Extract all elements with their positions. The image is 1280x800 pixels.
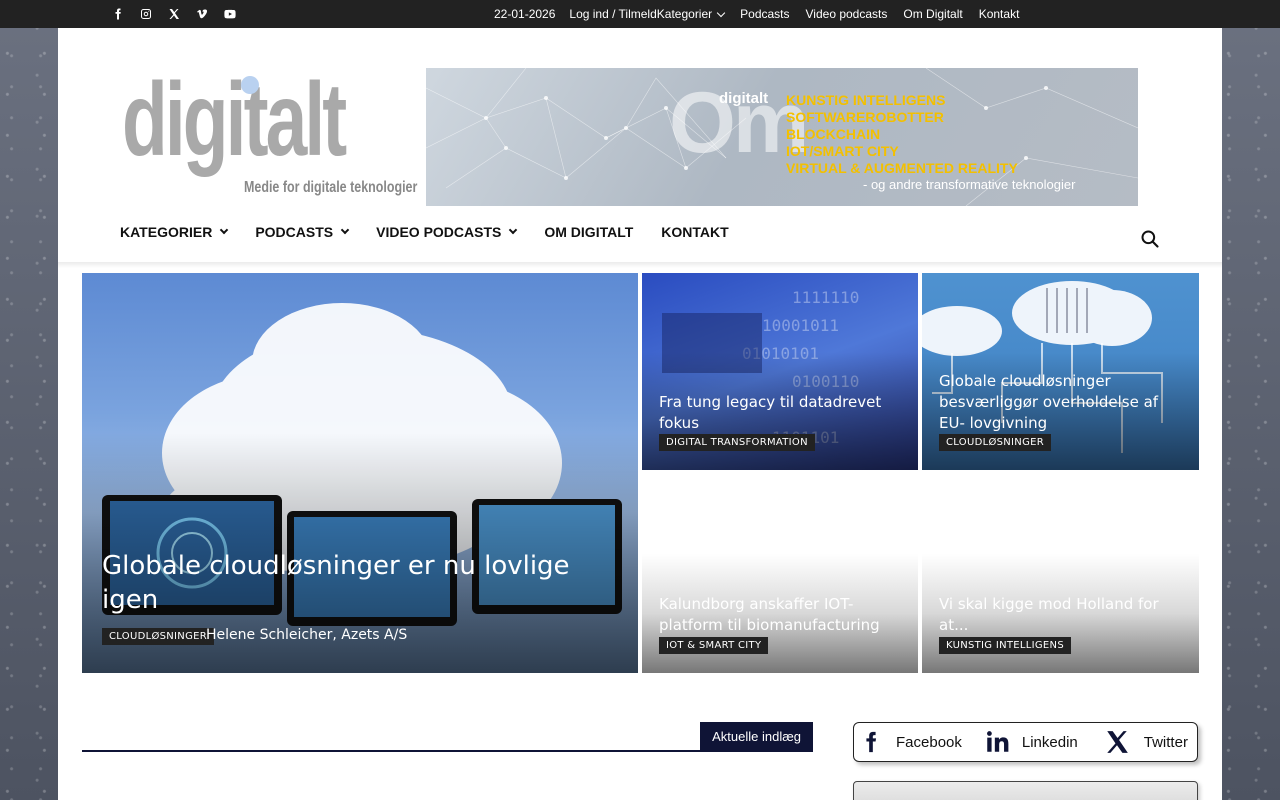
article-author[interactable]: Helene Schleicher, Azets A/S [206,627,407,643]
tile-title[interactable]: Kalundborg anskaffer IOT-platform til bi… [659,594,904,636]
top-bar: 22-01-2026 Log ind / TilmeldKategorier P… [0,0,1280,28]
banner-topic: KUNSTIG INTELLIGENS [786,92,946,108]
search-icon[interactable] [1140,229,1160,249]
hero-tile-3[interactable]: Kalundborg anskaffer IOT-platform til bi… [642,474,918,673]
logo-tagline: Medie for digitale teknologier [244,179,418,196]
category-badge[interactable]: CLOUDLØSNINGER [939,434,1052,451]
hero-main-article[interactable]: Globale cloudløsninger er nu lovlige ige… [82,273,638,673]
category-badge[interactable]: DIGITAL TRANSFORMATION [659,434,815,451]
social-share-bar: Facebook Linkedin Twitter [853,722,1198,762]
logo-dot [241,76,259,94]
login-link[interactable]: Log ind / TilmeldKategorier [569,7,726,21]
share-facebook[interactable]: Facebook [860,729,962,755]
nav-podcasts[interactable]: PODCASTS [255,224,350,240]
top-link-om-digitalt[interactable]: Om Digitalt [903,7,962,21]
top-social-links [111,0,237,28]
nav-kontakt[interactable]: KONTAKT [661,224,728,240]
tile-title[interactable]: Fra tung legacy til datadrevet fokus [659,392,904,434]
top-link-kategorier[interactable]: Kategorier [657,7,712,21]
youtube-icon[interactable] [223,7,237,21]
login-label: Log ind / Tilmeld [569,7,657,21]
top-link-kontakt[interactable]: Kontakt [979,7,1020,21]
share-label: Facebook [896,733,962,751]
nav-video-podcasts[interactable]: VIDEO PODCASTS [376,224,518,240]
svg-text:1111110: 1111110 [792,288,859,307]
banner-topic: VIRTUAL & AUGMENTED REALITY [786,160,1018,176]
banner-topic-list: KUNSTIG INTELLIGENS SOFTWAREROBOTTER BLO… [786,92,1018,177]
chevron-down-icon [340,225,350,235]
nav-label: KATEGORIER [120,224,213,240]
nav-label: OM DIGITALT [544,224,634,240]
nav-kategorier[interactable]: KATEGORIER [120,224,229,240]
nav-divider [58,262,1222,268]
x-icon[interactable] [167,7,181,21]
vimeo-icon[interactable] [195,7,209,21]
nav-label: KONTAKT [661,224,729,240]
linkedin-icon [986,731,1009,752]
hero-tile-2[interactable]: Globale cloudløsninger besværliggør over… [922,273,1199,470]
facebook-icon [866,731,877,753]
main-nav: KATEGORIER PODCASTS VIDEO PODCASTS OM DI… [120,224,729,240]
x-icon [1107,731,1128,753]
nav-om-digitalt[interactable]: OM DIGITALT [544,224,633,240]
banner-topic: BLOCKCHAIN [786,126,881,142]
category-badge[interactable]: IOT & SMART CITY [659,637,769,654]
share-twitter[interactable]: Twitter [1104,729,1188,755]
tile-title[interactable]: Vi skal kigge mod Holland for at... [939,594,1184,636]
category-badge[interactable]: KUNSTIG INTELLIGENS [939,637,1071,654]
page-container: digitalt Medie for digitale teknologier … [58,28,1222,800]
sidebar-widget[interactable] [853,781,1198,800]
nav-label: VIDEO PODCASTS [376,224,502,240]
share-linkedin[interactable]: Linkedin [984,729,1078,755]
section-label[interactable]: Aktuelle indlæg [700,722,813,751]
hero-tile-4[interactable]: Vi skal kigge mod Holland for at... KUNS… [922,474,1199,673]
facebook-icon[interactable] [111,7,125,21]
chevron-down-icon [509,225,518,235]
header-banner[interactable]: Om digitalt KUNSTIG INTELLIGENS SOFTWARE… [426,68,1138,206]
top-link-video-podcasts[interactable]: Video podcasts [806,7,888,21]
current-date: 22-01-2026 [494,7,556,21]
logo-wordmark: digitalt [122,62,347,178]
site-logo[interactable]: digitalt Medie for digitale teknologier [122,62,417,203]
share-label: Twitter [1143,733,1188,751]
top-links: 22-01-2026 Log ind / TilmeldKategorier P… [494,0,1019,28]
chevron-down-icon [220,225,229,235]
hero-main-title[interactable]: Globale cloudløsninger er nu lovlige ige… [102,549,602,617]
banner-brand: digitalt [719,90,769,107]
chevron-down-icon [716,8,726,18]
category-badge[interactable]: CLOUDLØSNINGER [102,628,215,645]
tile-title[interactable]: Globale cloudløsninger besværliggør over… [939,371,1184,434]
hero-tile-1[interactable]: 1111110 10001011 01010101 0100110 110110… [642,273,918,470]
section-header: Aktuelle indlæg [82,722,813,752]
nav-label: PODCASTS [255,224,334,240]
banner-topic: IOT/SMART CITY [786,143,899,159]
top-link-podcasts[interactable]: Podcasts [740,7,789,21]
instagram-icon[interactable] [139,7,153,21]
banner-topic: SOFTWAREROBOTTER [786,109,944,125]
svg-text:10001011: 10001011 [762,316,839,335]
share-label: Linkedin [1021,733,1078,751]
banner-subline: - og andre transformative teknologier [863,177,1076,192]
